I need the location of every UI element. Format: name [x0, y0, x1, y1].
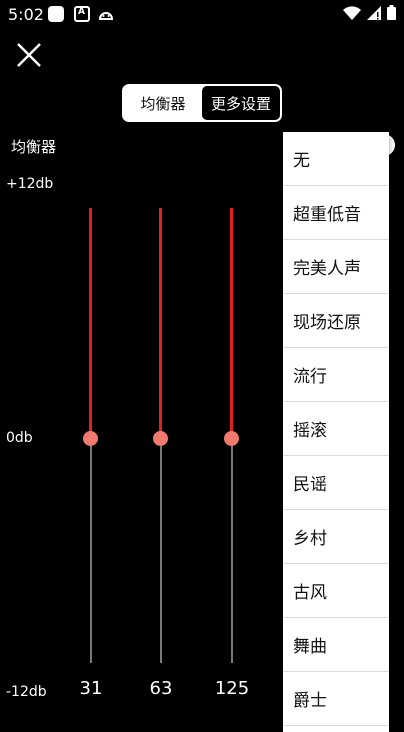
slider-track-active	[89, 208, 92, 438]
tab-more-settings[interactable]: 更多设置	[202, 86, 280, 120]
preset-option[interactable]: 摇滚	[283, 402, 389, 456]
slider-track-active	[159, 208, 162, 438]
slider-track-inactive	[231, 438, 233, 663]
slider-track-active	[230, 208, 233, 438]
band-slider-63[interactable]	[151, 208, 171, 663]
preset-option[interactable]: 民谣	[283, 456, 389, 510]
status-time: 5:02	[8, 5, 44, 24]
slider-thumb[interactable]	[153, 431, 168, 446]
preset-option[interactable]: 无	[283, 132, 389, 186]
db-max-label: +12db	[6, 176, 54, 192]
tab-equalizer[interactable]: 均衡器	[124, 86, 202, 120]
preset-option[interactable]: 乡村	[283, 510, 389, 564]
close-button[interactable]	[14, 40, 44, 70]
preset-option[interactable]: 现场还原	[283, 294, 389, 348]
mode-tabs: 均衡器 更多设置	[122, 84, 282, 122]
slider-thumb[interactable]	[224, 431, 239, 446]
notification-android-icon	[98, 6, 114, 20]
signal-icon	[367, 5, 381, 20]
preset-option[interactable]: 古风	[283, 564, 389, 618]
status-bar: 5:02 A	[0, 0, 404, 28]
preset-dropdown-menu: 无 超重低音 完美人声 现场还原 流行 摇滚 民谣 乡村 古风 舞曲 爵士	[283, 132, 389, 732]
notification-app-icon	[48, 6, 64, 22]
preset-option[interactable]: 超重低音	[283, 186, 389, 240]
band-freq-label: 31	[79, 678, 103, 699]
band-freq-label: 63	[149, 678, 173, 699]
status-indicators	[343, 5, 396, 20]
preset-option[interactable]: 舞曲	[283, 618, 389, 672]
slider-track-inactive	[90, 438, 92, 663]
battery-icon	[387, 5, 396, 20]
band-slider-125[interactable]	[222, 208, 242, 663]
preset-option[interactable]: 流行	[283, 348, 389, 402]
preset-option[interactable]: 完美人声	[283, 240, 389, 294]
slider-thumb[interactable]	[83, 431, 98, 446]
equalizer-label: 均衡器	[11, 138, 57, 156]
wifi-icon	[343, 5, 361, 20]
slider-track-inactive	[160, 438, 162, 663]
db-min-label: -12db	[6, 684, 47, 700]
band-slider-31[interactable]	[81, 208, 101, 663]
notification-a-icon: A	[74, 6, 90, 22]
preset-option[interactable]: 爵士	[283, 672, 389, 726]
close-icon	[17, 43, 41, 67]
db-zero-label: 0db	[6, 430, 33, 446]
band-freq-label: 125	[214, 678, 250, 699]
